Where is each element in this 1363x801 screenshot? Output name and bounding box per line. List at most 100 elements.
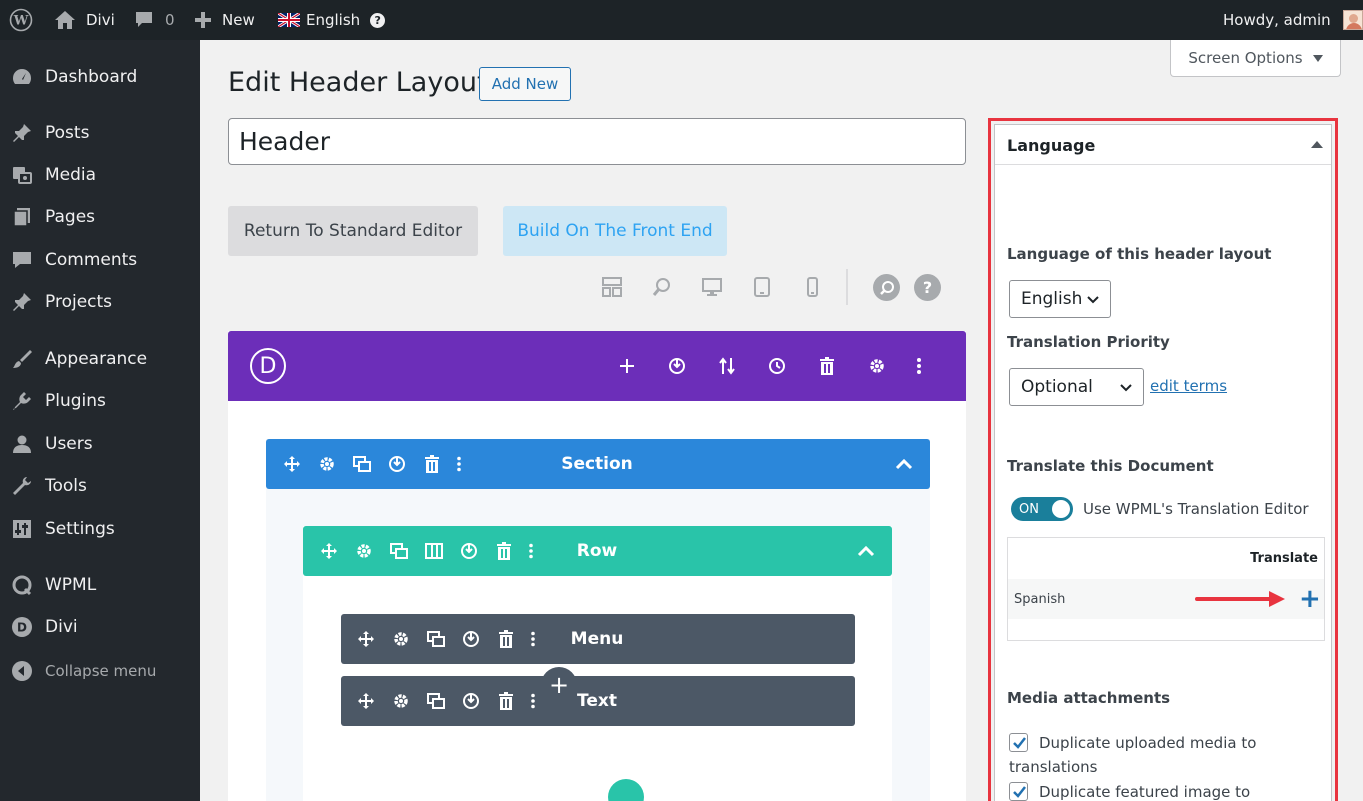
gear-icon[interactable]	[865, 354, 889, 378]
sort-icon[interactable]	[715, 354, 739, 378]
row-container: Row Menu Text	[303, 526, 892, 801]
more-options-icon[interactable]	[907, 354, 931, 378]
plug-icon	[10, 389, 34, 413]
brush-icon	[10, 347, 34, 371]
pages-icon	[10, 205, 34, 229]
help-icon[interactable]: ?	[914, 274, 941, 301]
sidebar-item-wpml[interactable]: WPML	[0, 565, 200, 605]
add-icon[interactable]	[615, 354, 639, 378]
avatar	[1342, 10, 1363, 30]
chevron-up-icon[interactable]	[892, 452, 916, 476]
sidebar-item-label: Settings	[45, 519, 115, 539]
phone-view-icon[interactable]	[800, 275, 824, 299]
section-title: Section	[561, 454, 633, 474]
site-name: Divi	[86, 11, 115, 29]
sidebar-item-projects[interactable]: Projects	[0, 282, 200, 322]
search-icon[interactable]	[873, 274, 900, 301]
move-icon[interactable]	[354, 689, 378, 713]
module-menu[interactable]: Menu	[341, 614, 855, 664]
new-content-link[interactable]: New	[194, 0, 255, 40]
history-icon[interactable]	[765, 354, 789, 378]
desktop-view-icon[interactable]	[700, 275, 724, 299]
trash-icon[interactable]	[492, 539, 516, 563]
sidebar-item-dashboard[interactable]: Dashboard	[0, 57, 200, 97]
language-switcher[interactable]: English ?	[278, 0, 386, 40]
trash-icon[interactable]	[420, 452, 444, 476]
collapse-menu-button[interactable]: Collapse menu	[0, 651, 200, 691]
save-to-library-icon[interactable]	[385, 452, 409, 476]
sidebar-item-label: Posts	[45, 123, 90, 143]
module-title: Text	[577, 691, 617, 711]
sidebar-item-plugins[interactable]: Plugins	[0, 381, 200, 421]
sidebar-item-label: Users	[45, 434, 93, 454]
move-icon[interactable]	[280, 452, 304, 476]
sidebar-item-label: Projects	[45, 292, 113, 312]
sidebar-item-comments[interactable]: Comments	[0, 240, 200, 280]
page-title: Edit Header Layout	[228, 67, 488, 98]
sidebar-item-label: Dashboard	[45, 67, 138, 87]
sidebar-item-appearance[interactable]: Appearance	[0, 339, 200, 379]
tablet-view-icon[interactable]	[750, 275, 774, 299]
sidebar-item-divi[interactable]: D Divi	[0, 607, 200, 647]
more-options-icon[interactable]	[447, 452, 471, 476]
title-input[interactable]	[228, 118, 966, 165]
trash-icon[interactable]	[494, 689, 518, 713]
help-icon[interactable]: ?	[370, 12, 386, 28]
module-text[interactable]: Text	[341, 676, 855, 726]
admin-sidebar: Dashboard Posts Media Pages Comments Pro…	[0, 40, 200, 801]
duplicate-icon[interactable]	[350, 452, 374, 476]
row-title: Row	[576, 541, 618, 561]
highlight-frame	[988, 118, 1338, 801]
screen-options-button[interactable]: Screen Options	[1170, 40, 1341, 77]
add-module-button[interactable]: +	[541, 667, 577, 703]
sidebar-item-users[interactable]: Users	[0, 424, 200, 464]
save-to-library-icon[interactable]	[459, 689, 483, 713]
comments-link[interactable]: 0	[134, 0, 175, 40]
sidebar-item-label: Tools	[45, 476, 87, 496]
row-bar[interactable]: Row	[303, 526, 892, 576]
gear-icon[interactable]	[389, 627, 413, 651]
wordpress-logo-icon[interactable]: W	[9, 0, 33, 40]
columns-icon[interactable]	[422, 539, 446, 563]
sidebar-item-posts[interactable]: Posts	[0, 113, 200, 153]
save-to-library-icon[interactable]	[457, 539, 481, 563]
user-icon	[10, 432, 34, 456]
language-label: English	[306, 11, 361, 29]
zoom-icon[interactable]	[650, 275, 674, 299]
more-options-icon[interactable]	[521, 627, 545, 651]
duplicate-icon[interactable]	[424, 627, 448, 651]
more-options-icon[interactable]	[519, 539, 543, 563]
media-icon	[10, 163, 34, 187]
move-icon[interactable]	[354, 627, 378, 651]
chevron-up-icon[interactable]	[854, 539, 878, 563]
pin-icon	[10, 121, 34, 145]
duplicate-icon[interactable]	[387, 539, 411, 563]
add-new-button[interactable]: Add New	[479, 67, 571, 101]
trash-icon[interactable]	[815, 354, 839, 378]
sidebar-item-label: Media	[45, 165, 97, 185]
sidebar-item-tools[interactable]: Tools	[0, 466, 200, 506]
trash-icon[interactable]	[494, 627, 518, 651]
section-bar[interactable]: Section	[266, 439, 930, 489]
sidebar-item-label: Pages	[45, 207, 96, 227]
main-content: Screen Options Edit Header Layout Add Ne…	[200, 40, 1363, 801]
comment-icon	[136, 12, 152, 27]
layout-icon[interactable]	[600, 275, 624, 299]
return-to-standard-editor-button[interactable]: Return To Standard Editor	[228, 206, 478, 256]
power-icon[interactable]	[665, 354, 689, 378]
sidebar-item-settings[interactable]: Settings	[0, 509, 200, 549]
my-account[interactable]: Howdy, admin	[1223, 0, 1363, 40]
gear-icon[interactable]	[352, 539, 376, 563]
sidebar-item-pages[interactable]: Pages	[0, 197, 200, 237]
save-to-library-icon[interactable]	[459, 627, 483, 651]
duplicate-icon[interactable]	[424, 689, 448, 713]
move-icon[interactable]	[317, 539, 341, 563]
builder-header: D	[228, 331, 966, 401]
gear-icon[interactable]	[315, 452, 339, 476]
sidebar-item-label: Divi	[45, 617, 78, 637]
more-options-icon[interactable]	[521, 689, 545, 713]
sidebar-item-media[interactable]: Media	[0, 155, 200, 195]
site-name-link[interactable]: Divi	[54, 0, 115, 40]
gear-icon[interactable]	[389, 689, 413, 713]
build-on-front-end-button[interactable]: Build On The Front End	[503, 206, 727, 256]
